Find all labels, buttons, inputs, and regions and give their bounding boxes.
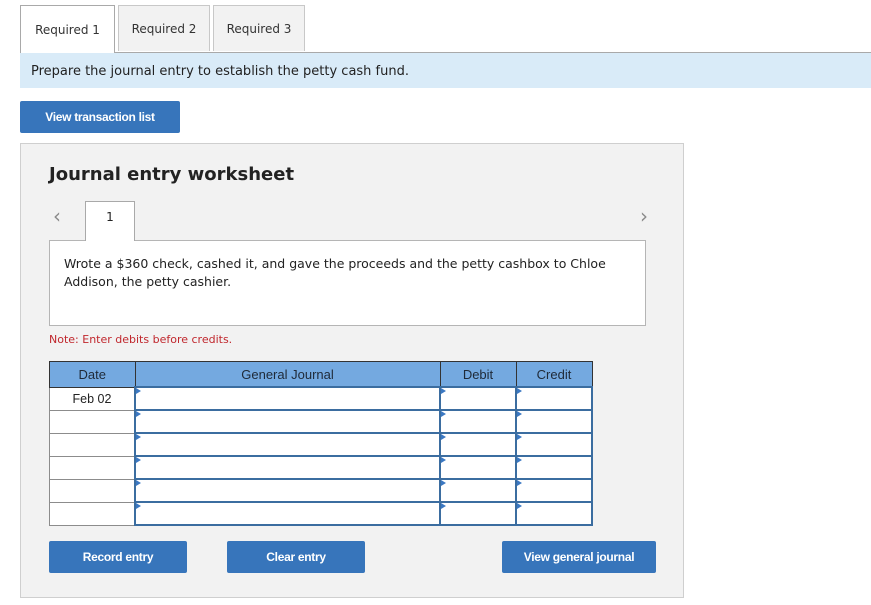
credit-input[interactable] xyxy=(515,478,593,503)
input-marker-icon xyxy=(441,503,446,509)
header-general-journal: General Journal xyxy=(134,361,441,388)
tab-required-1[interactable]: Required 1 xyxy=(20,5,115,53)
journal-header-row: Date General Journal Debit Credit xyxy=(49,361,593,388)
worksheet-title: Journal entry worksheet xyxy=(49,164,295,185)
table-row xyxy=(49,432,593,457)
input-marker-icon xyxy=(517,503,522,509)
view-general-journal-button[interactable]: View general journal xyxy=(502,541,656,573)
tab-required-3[interactable]: Required 3 xyxy=(213,5,305,51)
date-cell xyxy=(49,432,136,457)
input-marker-icon xyxy=(441,457,446,463)
debit-input[interactable] xyxy=(439,386,517,411)
tab-required-2[interactable]: Required 2 xyxy=(118,5,210,51)
credit-input[interactable] xyxy=(515,386,593,411)
header-credit: Credit xyxy=(515,361,593,388)
input-marker-icon xyxy=(517,480,522,486)
input-marker-icon xyxy=(517,434,522,440)
view-transaction-list-button[interactable]: View transaction list xyxy=(20,101,180,133)
dropdown-marker-icon xyxy=(136,434,141,440)
entry-tab-1[interactable]: 1 xyxy=(85,201,135,241)
transaction-description: Wrote a $360 check, cashed it, and gave … xyxy=(49,240,646,326)
account-select[interactable] xyxy=(134,478,441,503)
journal-table: Date General Journal Debit Credit Feb 02 xyxy=(49,361,593,526)
account-select[interactable] xyxy=(134,409,441,434)
table-row xyxy=(49,455,593,480)
credit-input[interactable] xyxy=(515,455,593,480)
table-row xyxy=(49,501,593,526)
debit-input[interactable] xyxy=(439,409,517,434)
dropdown-marker-icon xyxy=(136,388,141,394)
instruction-banner: Prepare the journal entry to establish t… xyxy=(20,53,871,88)
date-cell xyxy=(49,409,136,434)
date-cell xyxy=(49,501,136,526)
input-marker-icon xyxy=(517,457,522,463)
debit-input[interactable] xyxy=(439,501,517,526)
input-marker-icon xyxy=(441,388,446,394)
debit-credit-note: Note: Enter debits before credits. xyxy=(49,333,233,346)
dropdown-marker-icon xyxy=(136,457,141,463)
table-row xyxy=(49,409,593,434)
dropdown-marker-icon xyxy=(136,503,141,509)
account-select[interactable] xyxy=(134,455,441,480)
debit-input[interactable] xyxy=(439,455,517,480)
dropdown-marker-icon xyxy=(136,411,141,417)
credit-input[interactable] xyxy=(515,432,593,457)
dropdown-marker-icon xyxy=(136,480,141,486)
chevron-left-icon[interactable]: ‹ xyxy=(53,204,61,228)
debit-input[interactable] xyxy=(439,478,517,503)
date-cell: Feb 02 xyxy=(49,386,136,411)
header-debit: Debit xyxy=(439,361,517,388)
input-marker-icon xyxy=(517,411,522,417)
account-select[interactable] xyxy=(134,501,441,526)
header-date: Date xyxy=(49,361,136,388)
account-select[interactable] xyxy=(134,386,441,411)
input-marker-icon xyxy=(441,434,446,440)
input-marker-icon xyxy=(441,480,446,486)
input-marker-icon xyxy=(441,411,446,417)
table-row: Feb 02 xyxy=(49,386,593,411)
input-marker-icon xyxy=(517,388,522,394)
credit-input[interactable] xyxy=(515,409,593,434)
clear-entry-button[interactable]: Clear entry xyxy=(227,541,365,573)
date-cell xyxy=(49,478,136,503)
debit-input[interactable] xyxy=(439,432,517,457)
tab-bar: Required 1 Required 2 Required 3 xyxy=(20,5,308,53)
credit-input[interactable] xyxy=(515,501,593,526)
date-cell xyxy=(49,455,136,480)
chevron-right-icon[interactable]: › xyxy=(640,204,648,228)
table-row xyxy=(49,478,593,503)
record-entry-button[interactable]: Record entry xyxy=(49,541,187,573)
account-select[interactable] xyxy=(134,432,441,457)
journal-entry-worksheet: Journal entry worksheet ‹ 1 › Wrote a $3… xyxy=(20,143,684,598)
